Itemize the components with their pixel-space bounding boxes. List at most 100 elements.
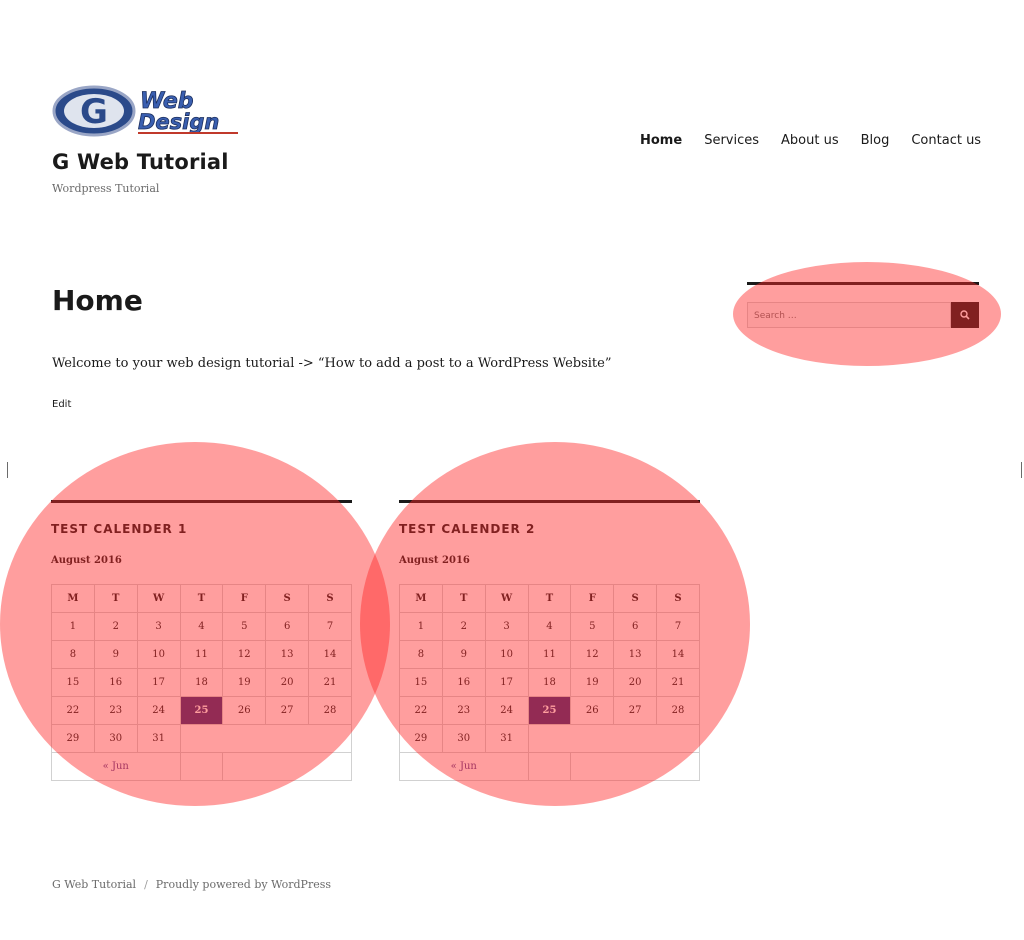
calendar-day: 19 xyxy=(222,668,267,697)
weekday-header: S xyxy=(656,584,700,613)
nav-item-contact-us[interactable]: Contact us xyxy=(911,133,981,148)
calendar-day: 4 xyxy=(179,612,224,641)
calendar-day: 10 xyxy=(136,640,181,669)
calendar-day: 22 xyxy=(51,696,95,725)
calendar-day: 28 xyxy=(308,696,352,725)
page-intro: Welcome to your web design tutorial -> “… xyxy=(52,356,612,371)
calendar-day: 13 xyxy=(265,640,310,669)
calendar-day-today: 25 xyxy=(179,696,224,725)
calendar-week-row: 8 9 10 11 12 13 14 xyxy=(399,640,700,669)
calendar-day: 26 xyxy=(222,696,267,725)
search-field-wrapper xyxy=(747,302,951,328)
search-button[interactable] xyxy=(951,302,979,328)
footer-powered-by-link[interactable]: Proudly powered by WordPress xyxy=(156,878,331,891)
calendar-day: 24 xyxy=(484,696,529,725)
calendar-day: 16 xyxy=(441,668,486,697)
nav-item-blog[interactable]: Blog xyxy=(861,133,890,148)
calendar-widget-rule xyxy=(399,500,700,503)
calendar-day: 24 xyxy=(136,696,181,725)
logo-word-2: Design xyxy=(138,110,219,134)
nav-item-about-us[interactable]: About us xyxy=(781,133,839,148)
left-edge-mark xyxy=(7,462,8,478)
weekday-header: T xyxy=(441,584,486,613)
calendar-day: 6 xyxy=(265,612,310,641)
site-logo[interactable]: G Web Design xyxy=(52,82,242,140)
calendar-day: 2 xyxy=(441,612,486,641)
calendar-prev-month-link[interactable]: « Jun xyxy=(399,752,529,781)
calendar-week-row: 1234567 xyxy=(51,612,352,641)
calendar-day: 28 xyxy=(656,696,700,725)
calendar-week-row: 1234567 xyxy=(399,612,700,641)
weekday-header: T xyxy=(93,584,138,613)
nav-item-services[interactable]: Services xyxy=(704,133,759,148)
weekday-header: F xyxy=(222,584,267,613)
calendar-week-row: 15 16 17 18 19 20 21 xyxy=(51,668,352,697)
calendar-day: 10 xyxy=(484,640,529,669)
calendar-day: 9 xyxy=(93,640,138,669)
calendar-day: 13 xyxy=(613,640,658,669)
calendar-day: 11 xyxy=(527,640,572,669)
calendar-day: 31 xyxy=(484,724,529,753)
calendar-day-today: 25 xyxy=(527,696,572,725)
search-input[interactable] xyxy=(748,304,950,328)
calendar-day: 15 xyxy=(51,668,95,697)
calendar-widget-title: TEST CALENDER 2 xyxy=(399,522,536,536)
calendar-next-month-empty xyxy=(222,752,352,781)
calendar-day: 3 xyxy=(484,612,529,641)
calendar-day: 29 xyxy=(51,724,95,753)
site-title[interactable]: G Web Tutorial xyxy=(52,150,229,174)
calendar-day: 8 xyxy=(399,640,443,669)
calendar-week-row: 15 16 17 18 19 20 21 xyxy=(399,668,700,697)
calendar-day: 30 xyxy=(441,724,486,753)
calendar-day: 20 xyxy=(265,668,310,697)
calendar-nav-pad xyxy=(179,752,224,781)
calendar-table: M T W T F S S 1 2 3 4 5 6 7 8 9 10 11 12 13 14 15 16 17 1… xyxy=(51,584,353,781)
calendar-next-month-empty xyxy=(570,752,700,781)
calendar-pad xyxy=(179,724,353,753)
search-icon xyxy=(960,310,970,320)
right-edge-mark xyxy=(1021,462,1022,478)
calendar-body: 1 2 3 4 5 6 7 8 9 10 11 12 13 14 15 16 17 18 19 20 21 22 23 24 2… xyxy=(399,612,701,753)
calendar-day: 18 xyxy=(179,668,224,697)
calendar-day: 1 xyxy=(51,612,95,641)
site-tagline: Wordpress Tutorial xyxy=(52,182,160,195)
calendar-week-row: 29 30 31 xyxy=(399,724,701,753)
calendar-widget-2: TEST CALENDER 2 August 2016 M T W T F S … xyxy=(399,500,701,781)
site-footer: G Web Tutorial / Proudly powered by Word… xyxy=(52,878,331,891)
weekday-header: W xyxy=(136,584,181,613)
calendar-day: 27 xyxy=(613,696,658,725)
calendar-day: 20 xyxy=(613,668,658,697)
calendar-day: 27 xyxy=(265,696,310,725)
page-title: Home xyxy=(52,284,143,317)
calendar-day: 29 xyxy=(399,724,443,753)
calendar-table: M T W T F S S 1 2 3 4 5 6 7 8 9 10 11 12 13 14 15 16 17 1… xyxy=(399,584,701,781)
calendar-body: 1 2 3 4 5 6 7 8 9 10 11 12 13 14 15 16 17 18 19 20 21 22 23 24 2… xyxy=(51,612,353,753)
calendar-day: 1 xyxy=(399,612,443,641)
footer-site-link[interactable]: G Web Tutorial xyxy=(52,878,136,891)
calendar-day: 18 xyxy=(527,668,572,697)
edit-link[interactable]: Edit xyxy=(52,399,71,410)
calendar-day: 14 xyxy=(308,640,352,669)
calendar-day: 23 xyxy=(441,696,486,725)
calendar-day: 16 xyxy=(93,668,138,697)
calendar-day: 23 xyxy=(93,696,138,725)
calendar-day: 5 xyxy=(570,612,615,641)
calendar-day: 12 xyxy=(222,640,267,669)
calendar-widget-1: TEST CALENDER 1 August 2016 M T W T F S … xyxy=(51,500,353,781)
weekday-header: S xyxy=(613,584,658,613)
calendar-week-row: 22 23 24 25 26 27 28 xyxy=(51,696,352,725)
calendar-day: 22 xyxy=(399,696,443,725)
weekday-header: T xyxy=(179,584,224,613)
calendar-day: 15 xyxy=(399,668,443,697)
calendar-day: 4 xyxy=(527,612,572,641)
calendar-pad xyxy=(527,724,701,753)
calendar-day: 9 xyxy=(441,640,486,669)
calendar-prev-month-link[interactable]: « Jun xyxy=(51,752,181,781)
calendar-week-row: 22 23 24 25 26 27 28 xyxy=(399,696,700,725)
calendar-day: 5 xyxy=(222,612,267,641)
nav-item-home[interactable]: Home xyxy=(640,133,682,148)
weekday-header: M xyxy=(399,584,443,613)
calendar-week-row: 8 9 10 11 12 13 14 xyxy=(51,640,352,669)
calendar-day: 3 xyxy=(136,612,181,641)
calendar-day: 21 xyxy=(308,668,352,697)
